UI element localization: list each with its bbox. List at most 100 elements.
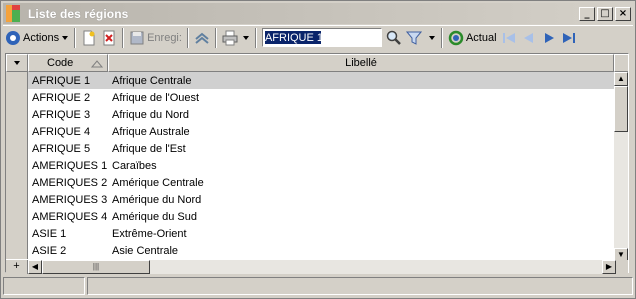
row-selector[interactable] (6, 123, 28, 140)
new-document-icon (83, 30, 95, 45)
cell-code: ASIE 2 (32, 244, 67, 257)
row-selector[interactable] (6, 242, 28, 259)
add-row-button[interactable]: + (6, 260, 28, 274)
close-button[interactable]: × (615, 6, 631, 21)
row-selector[interactable] (6, 208, 28, 225)
cell-libelle: Amérique du Sud (112, 210, 197, 223)
new-button[interactable] (79, 27, 99, 49)
cell-libelle: Afrique du Nord (112, 108, 190, 121)
vertical-scroll-thumb[interactable] (614, 86, 628, 132)
row-selector[interactable] (6, 106, 28, 123)
cell-libelle: Extrême-Orient (112, 227, 187, 240)
filter-icon (405, 31, 422, 45)
row-selector[interactable] (6, 89, 28, 106)
search-field-wrapper (261, 28, 382, 47)
refresh-label: Actual (465, 31, 497, 44)
scroll-left-button[interactable]: ◀ (28, 260, 42, 274)
first-record-button[interactable] (499, 27, 519, 49)
actions-icon (6, 30, 20, 45)
app-logo-icon (6, 5, 22, 22)
scroll-right-button[interactable]: ▶ (602, 260, 616, 274)
chevron-down-icon (242, 35, 249, 40)
horizontal-scroll-thumb[interactable]: ||| (42, 260, 150, 274)
status-panel (3, 277, 85, 295)
regions-grid: Code Libellé AFRIQUE 1 Afrique Centrale A… (5, 53, 629, 274)
table-row[interactable]: ASIE 1 Extrême-Orient (6, 225, 614, 242)
refresh-button[interactable]: Actual (446, 27, 499, 49)
next-record-button[interactable] (539, 27, 559, 49)
sort-ascending-icon (91, 60, 103, 68)
cell-libelle: Afrique Centrale (112, 74, 192, 87)
column-chooser-button[interactable] (6, 54, 28, 72)
row-selector[interactable] (6, 140, 28, 157)
cell-libelle: Afrique de l'Est (112, 142, 186, 155)
maximize-button[interactable]: □ (597, 6, 613, 21)
column-header-filler (614, 54, 628, 72)
actions-button[interactable]: Actions (3, 27, 71, 49)
horizontal-scrollbar[interactable]: ◀ ||| ▶ (28, 260, 616, 274)
toolbar-separator (254, 27, 257, 48)
grid-rows: AFRIQUE 1 Afrique Centrale AFRIQUE 2 Afriq… (6, 72, 614, 262)
grid-footer: + ◀ ||| ▶ (6, 260, 628, 274)
save-icon (130, 31, 144, 44)
table-row[interactable]: AFRIQUE 3 Afrique du Nord (6, 106, 614, 123)
cell-libelle: Amérique du Nord (112, 193, 202, 206)
table-row[interactable]: AMERIQUES 4 Amérique du Sud (6, 208, 614, 225)
cell-code: AFRIQUE 4 (32, 125, 91, 138)
search-button[interactable] (384, 27, 404, 49)
search-input[interactable] (262, 29, 381, 46)
delete-icon (103, 30, 115, 45)
toolbar: Actions Enregi: AFRIQUE 1 Actual (3, 25, 633, 49)
save-button[interactable]: Enregi: (127, 27, 184, 49)
row-selector[interactable] (6, 72, 28, 89)
first-icon (502, 32, 515, 43)
row-selector[interactable] (6, 225, 28, 242)
refresh-icon (448, 30, 464, 45)
table-row[interactable]: AMERIQUES 1 Caraïbes (6, 157, 614, 174)
last-record-button[interactable] (559, 27, 579, 49)
filter-button[interactable] (404, 27, 438, 49)
row-selector[interactable] (6, 174, 28, 191)
cell-libelle: Afrique de l'Ouest (112, 91, 200, 104)
table-row[interactable]: AFRIQUE 5 Afrique de l'Est (6, 140, 614, 157)
toolbar-separator (122, 27, 125, 48)
sync-button[interactable] (192, 27, 212, 49)
column-header-code[interactable]: Code (28, 54, 108, 72)
table-row[interactable]: ASIE 2 Asie Centrale (6, 242, 614, 259)
search-icon (386, 30, 401, 45)
row-selector[interactable] (6, 191, 28, 208)
refresh-icon (195, 32, 209, 44)
previous-record-button[interactable] (519, 27, 539, 49)
chevron-down-icon (14, 61, 20, 65)
column-header-libelle[interactable]: Libellé (108, 54, 614, 72)
actions-label: Actions (23, 31, 60, 44)
toolbar-separator (214, 27, 217, 48)
table-row[interactable]: AFRIQUE 2 Afrique de l'Ouest (6, 89, 614, 106)
table-row[interactable]: AFRIQUE 1 Afrique Centrale (6, 72, 614, 89)
previous-icon (523, 32, 533, 43)
minimize-button[interactable]: _ (579, 6, 595, 21)
cell-code: AMERIQUES 2 (32, 176, 108, 189)
table-row[interactable]: AMERIQUES 3 Amérique du Nord (6, 191, 614, 208)
print-icon (222, 30, 238, 45)
next-icon (544, 32, 554, 43)
chevron-down-icon (428, 35, 435, 40)
delete-button[interactable] (99, 27, 119, 49)
vertical-scrollbar[interactable]: ▲ ▼ (614, 72, 628, 262)
title-bar[interactable]: Liste des régions _ □ × (3, 3, 633, 24)
cell-code: AFRIQUE 1 (32, 74, 91, 87)
print-button[interactable] (220, 27, 252, 49)
cell-libelle: Asie Centrale (112, 244, 179, 257)
toolbar-separator (186, 27, 189, 48)
status-panel (87, 277, 633, 295)
toolbar-separator (74, 27, 77, 48)
table-row[interactable]: AMERIQUES 2 Amérique Centrale (6, 174, 614, 191)
table-row[interactable]: AFRIQUE 4 Afrique Australe (6, 123, 614, 140)
save-label: Enregi: (147, 31, 182, 44)
cell-code: ASIE 1 (32, 227, 67, 240)
cell-code: AFRIQUE 5 (32, 142, 91, 155)
scroll-up-button[interactable]: ▲ (614, 72, 628, 86)
row-selector[interactable] (6, 157, 28, 174)
column-header-libelle-label: Libellé (345, 57, 377, 69)
cell-code: AFRIQUE 2 (32, 91, 91, 104)
